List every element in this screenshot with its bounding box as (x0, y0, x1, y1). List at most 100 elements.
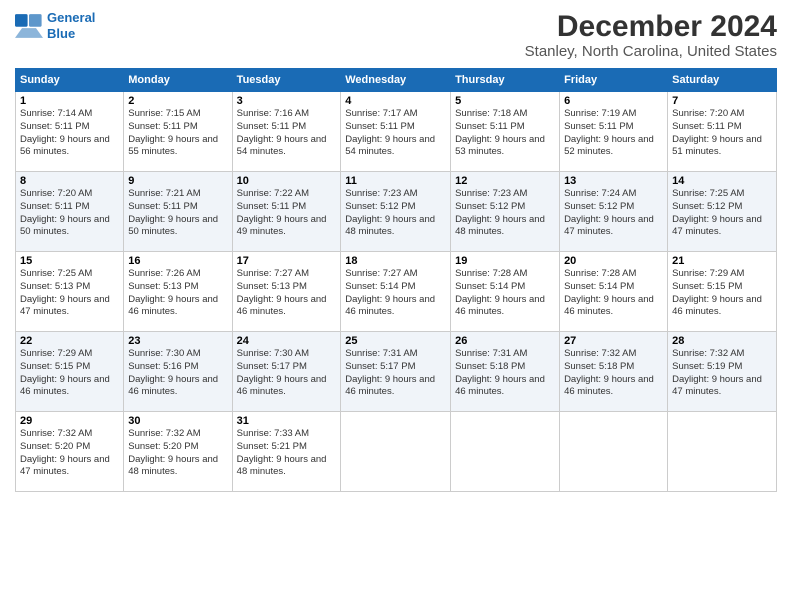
day-info: Sunrise: 7:27 AM Sunset: 5:14 PM Dayligh… (345, 268, 446, 319)
day-number: 31 (237, 415, 337, 427)
calendar-table: SundayMondayTuesdayWednesdayThursdayFrid… (15, 68, 777, 492)
day-number: 10 (237, 175, 337, 187)
day-number: 19 (455, 255, 555, 267)
day-info: Sunrise: 7:19 AM Sunset: 5:11 PM Dayligh… (564, 108, 663, 159)
weekday-header: Tuesday (232, 69, 341, 92)
calendar-cell: 27 Sunrise: 7:32 AM Sunset: 5:18 PM Dayl… (560, 332, 668, 412)
calendar-cell (560, 412, 668, 492)
weekday-header-row: SundayMondayTuesdayWednesdayThursdayFrid… (16, 69, 777, 92)
day-number: 18 (345, 255, 446, 267)
day-info: Sunrise: 7:21 AM Sunset: 5:11 PM Dayligh… (128, 188, 227, 239)
header: General Blue December 2024 Stanley, Nort… (15, 10, 777, 60)
calendar-cell: 2 Sunrise: 7:15 AM Sunset: 5:11 PM Dayli… (124, 92, 232, 172)
calendar-cell: 17 Sunrise: 7:27 AM Sunset: 5:13 PM Dayl… (232, 252, 341, 332)
day-info: Sunrise: 7:25 AM Sunset: 5:12 PM Dayligh… (672, 188, 772, 239)
day-number: 12 (455, 175, 555, 187)
calendar-cell: 8 Sunrise: 7:20 AM Sunset: 5:11 PM Dayli… (16, 172, 124, 252)
calendar-cell: 20 Sunrise: 7:28 AM Sunset: 5:14 PM Dayl… (560, 252, 668, 332)
page-container: General Blue December 2024 Stanley, Nort… (0, 0, 792, 497)
calendar-cell: 30 Sunrise: 7:32 AM Sunset: 5:20 PM Dayl… (124, 412, 232, 492)
calendar-week-row: 29 Sunrise: 7:32 AM Sunset: 5:20 PM Dayl… (16, 412, 777, 492)
day-number: 26 (455, 335, 555, 347)
calendar-week-row: 8 Sunrise: 7:20 AM Sunset: 5:11 PM Dayli… (16, 172, 777, 252)
day-info: Sunrise: 7:28 AM Sunset: 5:14 PM Dayligh… (564, 268, 663, 319)
calendar-cell: 21 Sunrise: 7:29 AM Sunset: 5:15 PM Dayl… (668, 252, 777, 332)
calendar-cell: 16 Sunrise: 7:26 AM Sunset: 5:13 PM Dayl… (124, 252, 232, 332)
calendar-cell: 12 Sunrise: 7:23 AM Sunset: 5:12 PM Dayl… (451, 172, 560, 252)
day-number: 2 (128, 95, 227, 107)
calendar-week-row: 15 Sunrise: 7:25 AM Sunset: 5:13 PM Dayl… (16, 252, 777, 332)
day-number: 13 (564, 175, 663, 187)
main-title: December 2024 (525, 10, 777, 43)
day-info: Sunrise: 7:20 AM Sunset: 5:11 PM Dayligh… (20, 188, 119, 239)
day-info: Sunrise: 7:32 AM Sunset: 5:20 PM Dayligh… (20, 428, 119, 479)
day-info: Sunrise: 7:26 AM Sunset: 5:13 PM Dayligh… (128, 268, 227, 319)
day-info: Sunrise: 7:29 AM Sunset: 5:15 PM Dayligh… (672, 268, 772, 319)
calendar-cell: 5 Sunrise: 7:18 AM Sunset: 5:11 PM Dayli… (451, 92, 560, 172)
day-number: 29 (20, 415, 119, 427)
calendar-cell: 9 Sunrise: 7:21 AM Sunset: 5:11 PM Dayli… (124, 172, 232, 252)
calendar-cell: 1 Sunrise: 7:14 AM Sunset: 5:11 PM Dayli… (16, 92, 124, 172)
day-number: 15 (20, 255, 119, 267)
calendar-cell: 6 Sunrise: 7:19 AM Sunset: 5:11 PM Dayli… (560, 92, 668, 172)
day-info: Sunrise: 7:28 AM Sunset: 5:14 PM Dayligh… (455, 268, 555, 319)
calendar-cell: 10 Sunrise: 7:22 AM Sunset: 5:11 PM Dayl… (232, 172, 341, 252)
calendar-cell: 24 Sunrise: 7:30 AM Sunset: 5:17 PM Dayl… (232, 332, 341, 412)
day-number: 6 (564, 95, 663, 107)
day-info: Sunrise: 7:31 AM Sunset: 5:17 PM Dayligh… (345, 348, 446, 399)
subtitle: Stanley, North Carolina, United States (525, 43, 777, 60)
day-number: 23 (128, 335, 227, 347)
calendar-cell: 4 Sunrise: 7:17 AM Sunset: 5:11 PM Dayli… (341, 92, 451, 172)
weekday-header: Monday (124, 69, 232, 92)
day-number: 28 (672, 335, 772, 347)
calendar-cell: 19 Sunrise: 7:28 AM Sunset: 5:14 PM Dayl… (451, 252, 560, 332)
weekday-header: Saturday (668, 69, 777, 92)
day-info: Sunrise: 7:23 AM Sunset: 5:12 PM Dayligh… (455, 188, 555, 239)
calendar-cell: 29 Sunrise: 7:32 AM Sunset: 5:20 PM Dayl… (16, 412, 124, 492)
day-number: 22 (20, 335, 119, 347)
calendar-cell: 26 Sunrise: 7:31 AM Sunset: 5:18 PM Dayl… (451, 332, 560, 412)
calendar-cell: 15 Sunrise: 7:25 AM Sunset: 5:13 PM Dayl… (16, 252, 124, 332)
day-info: Sunrise: 7:33 AM Sunset: 5:21 PM Dayligh… (237, 428, 337, 479)
calendar-cell: 25 Sunrise: 7:31 AM Sunset: 5:17 PM Dayl… (341, 332, 451, 412)
day-info: Sunrise: 7:25 AM Sunset: 5:13 PM Dayligh… (20, 268, 119, 319)
day-info: Sunrise: 7:20 AM Sunset: 5:11 PM Dayligh… (672, 108, 772, 159)
day-number: 21 (672, 255, 772, 267)
title-section: December 2024 Stanley, North Carolina, U… (525, 10, 777, 60)
day-info: Sunrise: 7:32 AM Sunset: 5:20 PM Dayligh… (128, 428, 227, 479)
weekday-header: Friday (560, 69, 668, 92)
day-info: Sunrise: 7:24 AM Sunset: 5:12 PM Dayligh… (564, 188, 663, 239)
calendar-cell (341, 412, 451, 492)
calendar-cell: 18 Sunrise: 7:27 AM Sunset: 5:14 PM Dayl… (341, 252, 451, 332)
day-info: Sunrise: 7:27 AM Sunset: 5:13 PM Dayligh… (237, 268, 337, 319)
calendar-cell: 23 Sunrise: 7:30 AM Sunset: 5:16 PM Dayl… (124, 332, 232, 412)
logo-text: General Blue (47, 10, 95, 41)
weekday-header: Wednesday (341, 69, 451, 92)
day-info: Sunrise: 7:22 AM Sunset: 5:11 PM Dayligh… (237, 188, 337, 239)
day-info: Sunrise: 7:18 AM Sunset: 5:11 PM Dayligh… (455, 108, 555, 159)
day-number: 16 (128, 255, 227, 267)
calendar-cell: 3 Sunrise: 7:16 AM Sunset: 5:11 PM Dayli… (232, 92, 341, 172)
day-info: Sunrise: 7:16 AM Sunset: 5:11 PM Dayligh… (237, 108, 337, 159)
calendar-cell: 31 Sunrise: 7:33 AM Sunset: 5:21 PM Dayl… (232, 412, 341, 492)
day-number: 24 (237, 335, 337, 347)
day-number: 30 (128, 415, 227, 427)
day-number: 3 (237, 95, 337, 107)
day-number: 14 (672, 175, 772, 187)
day-number: 9 (128, 175, 227, 187)
day-info: Sunrise: 7:32 AM Sunset: 5:19 PM Dayligh… (672, 348, 772, 399)
day-info: Sunrise: 7:30 AM Sunset: 5:16 PM Dayligh… (128, 348, 227, 399)
calendar-cell: 13 Sunrise: 7:24 AM Sunset: 5:12 PM Dayl… (560, 172, 668, 252)
day-info: Sunrise: 7:23 AM Sunset: 5:12 PM Dayligh… (345, 188, 446, 239)
calendar-cell (668, 412, 777, 492)
day-number: 27 (564, 335, 663, 347)
calendar-cell: 28 Sunrise: 7:32 AM Sunset: 5:19 PM Dayl… (668, 332, 777, 412)
day-info: Sunrise: 7:31 AM Sunset: 5:18 PM Dayligh… (455, 348, 555, 399)
day-info: Sunrise: 7:29 AM Sunset: 5:15 PM Dayligh… (20, 348, 119, 399)
day-info: Sunrise: 7:15 AM Sunset: 5:11 PM Dayligh… (128, 108, 227, 159)
day-number: 1 (20, 95, 119, 107)
day-number: 17 (237, 255, 337, 267)
day-info: Sunrise: 7:32 AM Sunset: 5:18 PM Dayligh… (564, 348, 663, 399)
day-number: 7 (672, 95, 772, 107)
weekday-header: Thursday (451, 69, 560, 92)
